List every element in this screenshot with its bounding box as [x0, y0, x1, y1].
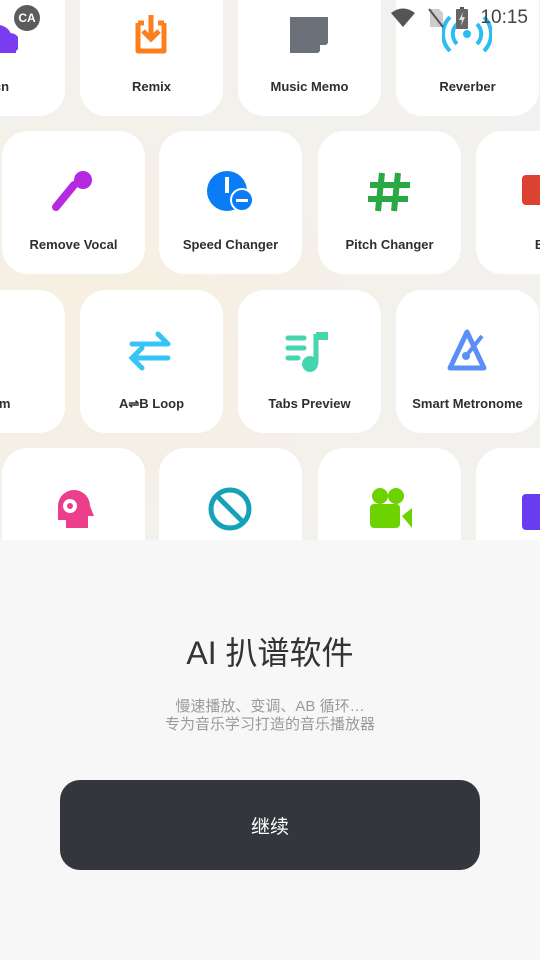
status-bar: 10:15	[390, 0, 540, 36]
metronome-icon	[447, 329, 487, 371]
tile-boo[interactable]: Boo	[476, 131, 540, 274]
tile-label: A⇌B Loop	[118, 396, 185, 411]
no-sim-icon	[428, 8, 445, 28]
tile-video-camera-icon[interactable]	[318, 448, 461, 540]
tile-music-memo[interactable]: Music Memo	[238, 0, 381, 116]
subtitle-line-2: 专为音乐学习打造的音乐播放器	[164, 716, 375, 733]
tile-label: Reverber	[439, 79, 496, 94]
tile-tabs-preview[interactable]: Tabs Preview	[238, 290, 381, 433]
subtitle-line-1: 慢速播放、变调、AB 循环…	[175, 698, 365, 715]
continue-button[interactable]: 继续	[60, 780, 480, 870]
tile-label: Sycn	[0, 79, 10, 94]
speedometer-minus-icon	[207, 171, 254, 212]
tile-smart-metronome[interactable]: Smart Metronome	[396, 290, 539, 433]
tile-a-b-loop[interactable]: A⇌B Loop	[80, 290, 223, 433]
tile-block-icon[interactable]	[159, 448, 302, 540]
tile-remix[interactable]: Remix	[80, 0, 223, 116]
hash-icon	[368, 172, 410, 212]
sheet-title: AI 扒谱软件	[186, 635, 354, 671]
note-icon	[290, 17, 328, 53]
battery-charging-icon	[456, 7, 469, 29]
swap-arrows-icon	[128, 331, 171, 371]
tile-label: Boo	[534, 237, 540, 252]
tile-drum[interactable]: Drum	[0, 290, 65, 433]
video-camera-icon	[370, 488, 412, 528]
wifi-icon	[391, 8, 416, 27]
tile-label: Tabs Preview	[268, 396, 351, 411]
tile-label: Music Memo	[270, 79, 349, 94]
calendar-icon	[522, 494, 540, 530]
head-headphones-icon	[58, 490, 94, 528]
tile-label: Smart Metronome	[412, 396, 523, 411]
tile-label: Drum	[0, 396, 11, 411]
tile-label: Pitch Changer	[345, 237, 434, 252]
intro-sheet: AI 扒谱软件 慢速播放、变调、AB 循环… 专为音乐学习打造的音乐播放器 继续	[0, 540, 540, 960]
tile-label: Remix	[131, 79, 172, 94]
sheet-subtitle: 慢速播放、变调、AB 循环… 专为音乐学习打造的音乐播放器	[0, 698, 540, 734]
tile-pitch-changer[interactable]: Pitch Changer	[318, 131, 461, 274]
download-tray-icon	[135, 15, 167, 54]
feature-grid: Sycn Remix Music Memo Reverber Remove Vocal S…	[0, 0, 540, 540]
tile-label: Remove Vocal	[29, 237, 118, 252]
booster-icon	[522, 175, 540, 205]
app-notification-icon: CA	[14, 5, 40, 31]
tile-remove-vocal[interactable]: Remove Vocal	[2, 131, 145, 274]
tile-label: Speed Changer	[182, 237, 279, 252]
block-icon	[208, 487, 252, 531]
drum-icon	[0, 326, 18, 376]
tile-calendar-icon[interactable]	[476, 448, 540, 540]
music-list-icon	[285, 332, 328, 372]
tile-speed-changer[interactable]: Speed Changer	[159, 131, 302, 274]
microphone-icon	[52, 171, 92, 211]
tile-head-headphones-icon[interactable]	[2, 448, 145, 540]
clock: 10:15	[480, 7, 528, 28]
